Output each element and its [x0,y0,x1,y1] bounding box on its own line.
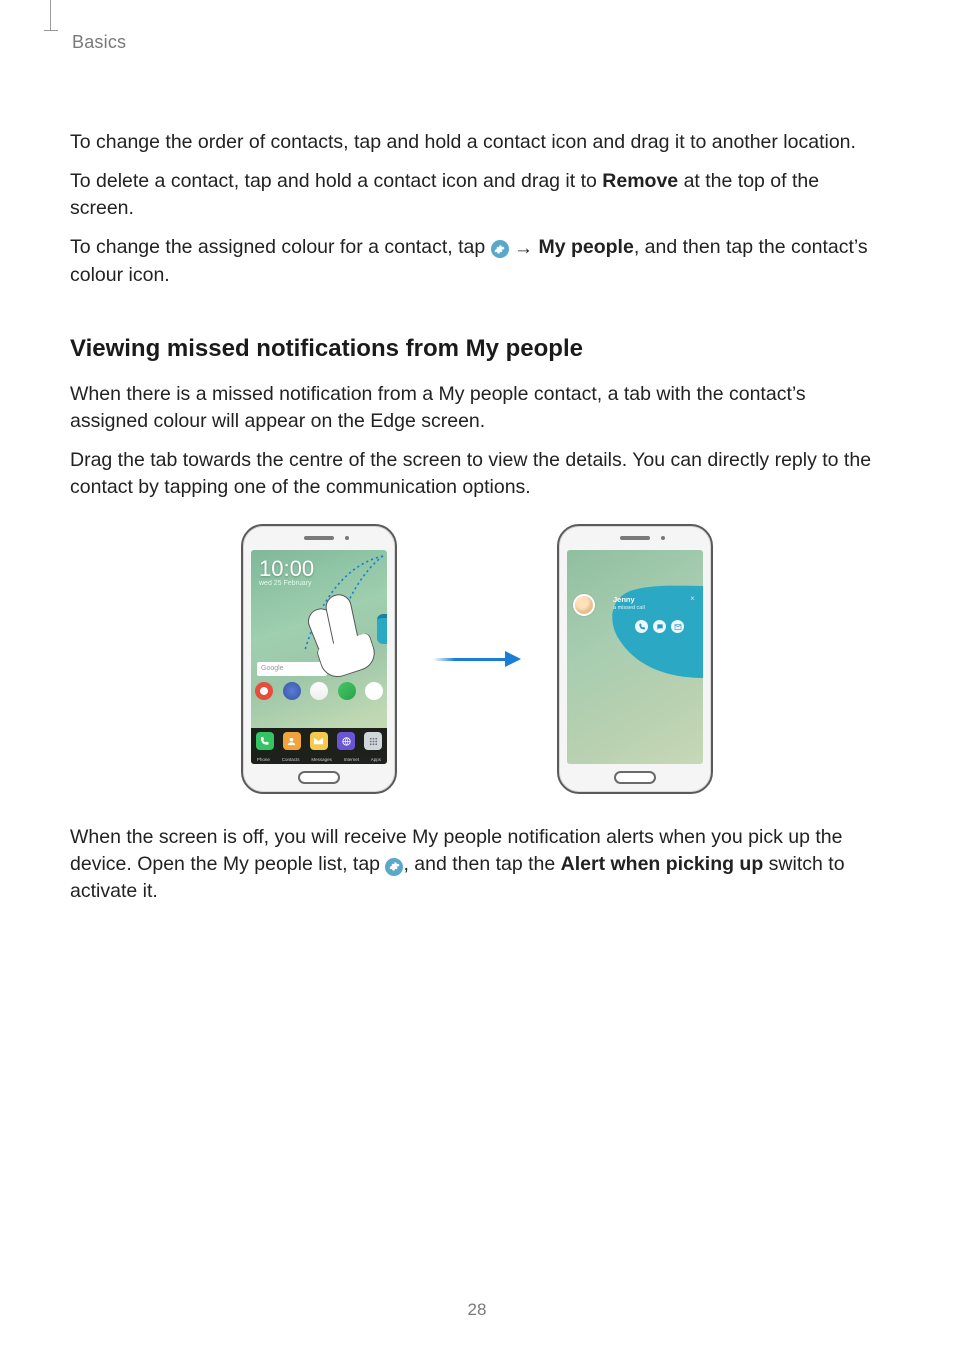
phone-speaker [620,536,650,540]
bold-alert-picking-up: Alert when picking up [561,853,764,875]
bold-my-people: My people [538,236,633,258]
paragraph-reorder: To change the order of contacts, tap and… [70,129,884,156]
document-page: Basics To change the order of contacts, … [0,0,954,1350]
app-icon-row [255,682,383,700]
home-button-illustration [614,771,656,784]
date-text: wed 25 February [259,580,312,587]
crop-mark [44,0,58,50]
mail-icon [671,620,684,633]
notification-actions [635,620,684,633]
notification-subtext: a missed call [613,605,645,611]
phone-screen: Jenny a missed call × [567,550,703,764]
text: , and then tap the [403,853,560,875]
call-icon [635,620,648,633]
finger-gesture-icon [303,587,382,674]
dock-label: Apps [371,757,381,762]
phone-speaker [304,536,334,540]
dock: Phone Contacts Messages Internet Apps [251,728,387,764]
dock-label: Phone [257,757,270,762]
app-icon [338,682,356,700]
phone-after-illustration: Jenny a missed call × [557,524,713,794]
dock-label: Messages [311,757,332,762]
phone-camera [661,536,665,540]
transition-arrow-icon [433,650,521,668]
contacts-icon [283,732,301,750]
close-icon: × [688,594,697,603]
running-head: Basics [72,32,884,53]
home-button-illustration [298,771,340,784]
clock-text: 10:00 [259,556,314,582]
dock-labels: Phone Contacts Messages Internet Apps [251,757,387,762]
paragraph-drag-tab: Drag the tab towards the centre of the s… [70,447,884,501]
app-icon [365,682,383,700]
app-icon [310,682,328,700]
app-icon [283,682,301,700]
paragraph-change-colour: To change the assigned colour for a cont… [70,234,884,289]
paragraph-delete: To delete a contact, tap and hold a cont… [70,168,884,222]
gear-icon [491,240,509,258]
apps-icon [364,732,382,750]
message-icon [653,620,666,633]
text: To change the assigned colour for a cont… [70,236,491,258]
phone-camera [345,536,349,540]
internet-icon [337,732,355,750]
figure-row: 10:00 wed 25 February Google [70,524,884,794]
phone-icon [256,732,274,750]
dock-label: Contacts [282,757,300,762]
paragraph-missed-notif: When there is a missed notification from… [70,381,884,435]
gear-icon [385,858,403,876]
section-heading: Viewing missed notifications from My peo… [70,335,884,363]
page-content: To change the order of contacts, tap and… [70,129,884,905]
text: To delete a contact, tap and hold a cont… [70,170,602,192]
bold-remove: Remove [602,170,678,192]
edge-tab [377,614,387,644]
dock-label: Internet [344,757,359,762]
search-bar-illustration: Google [257,662,327,676]
notification-name: Jenny [613,595,635,604]
page-number: 28 [0,1300,954,1320]
phone-screen: 10:00 wed 25 February Google [251,550,387,764]
phone-before-illustration: 10:00 wed 25 February Google [241,524,397,794]
paragraph-screen-off: When the screen is off, you will receive… [70,824,884,905]
app-icon [255,682,273,700]
messages-icon [310,732,328,750]
arrow-right-icon: → [514,238,533,259]
